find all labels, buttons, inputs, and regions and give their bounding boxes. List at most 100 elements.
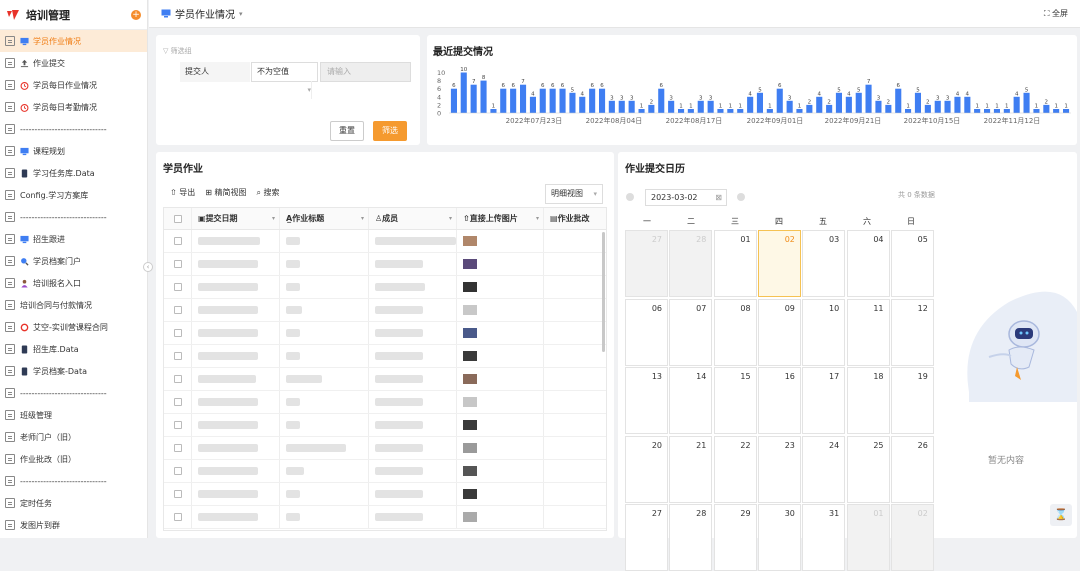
chart-bar[interactable] (599, 88, 606, 113)
calendar-day[interactable]: 14 (669, 367, 713, 434)
add-icon[interactable]: + (131, 9, 141, 20)
next-icon[interactable] (737, 193, 745, 201)
chart-bar[interactable] (559, 88, 566, 113)
page-title[interactable]: 学员作业情况 (175, 6, 235, 21)
calendar-date-input[interactable]: 2023-03-02 ⊠ (645, 189, 727, 206)
chart-bar[interactable] (806, 104, 813, 113)
sidebar-item[interactable]: 定时任务 (0, 492, 147, 514)
chart-bar[interactable] (648, 104, 655, 113)
table-scrollbar[interactable] (602, 232, 605, 352)
sidebar-item[interactable]: 招生跟进 (0, 228, 147, 250)
row-checkbox[interactable] (164, 460, 192, 482)
cell-image[interactable] (457, 368, 544, 390)
chart-bar[interactable] (1033, 109, 1040, 113)
calendar-day[interactable]: 10 (802, 298, 846, 366)
chart-bar[interactable] (539, 88, 546, 113)
calendar-day[interactable]: 04 (846, 230, 890, 297)
sidebar-item[interactable]: 发图片到群 (0, 514, 147, 536)
collapse-sidebar-icon[interactable]: ‹ (143, 262, 153, 272)
calendar-day[interactable]: 01 (713, 230, 757, 297)
table-row[interactable] (164, 437, 606, 460)
hourglass-icon[interactable]: ⌛ (1050, 504, 1072, 526)
chart-bar[interactable] (658, 88, 665, 113)
row-checkbox[interactable] (164, 322, 192, 344)
row-checkbox[interactable] (164, 391, 192, 413)
chart-bar[interactable] (747, 96, 754, 113)
cell-image[interactable] (457, 437, 544, 459)
chart-bar[interactable] (776, 88, 783, 113)
calendar-day[interactable]: 26 (890, 435, 934, 503)
sidebar-item[interactable]: 学员档案-Data (0, 360, 147, 382)
cell-image[interactable] (457, 391, 544, 413)
cell-image[interactable] (457, 230, 544, 252)
chart-bar[interactable] (845, 96, 852, 113)
calendar-day[interactable]: 21 (669, 435, 713, 503)
row-checkbox[interactable] (164, 230, 192, 252)
chart-bar[interactable] (766, 109, 773, 113)
chart-bar[interactable] (480, 80, 487, 113)
chart-bar[interactable] (589, 88, 596, 113)
filter-field[interactable]: 提交人 (180, 62, 250, 82)
calendar-day[interactable]: 05 (890, 230, 934, 297)
chart-bar[interactable] (993, 109, 1000, 113)
calendar-day[interactable]: 27 (625, 230, 668, 297)
cell-image[interactable] (457, 506, 544, 528)
chart-bar[interactable] (678, 109, 685, 113)
calendar-day[interactable]: 20 (625, 435, 668, 503)
sidebar-item[interactable]: 艾空-实训营课程合同 (0, 316, 147, 338)
row-checkbox[interactable] (164, 506, 192, 528)
chart-bar[interactable] (796, 109, 803, 113)
col-submit-date[interactable]: ▣ 提交日期 ▾ (192, 208, 280, 229)
chart-bar[interactable] (717, 109, 724, 113)
cell-image[interactable] (457, 299, 544, 321)
calendar-day[interactable]: 28 (669, 230, 713, 297)
calendar-day[interactable]: 17 (802, 367, 846, 434)
chart-bar[interactable] (826, 104, 833, 113)
filter-operator-select[interactable]: 不为空值 ▾ (251, 62, 318, 99)
chevron-down-icon[interactable]: ▾ (239, 10, 243, 18)
table-row[interactable] (164, 414, 606, 437)
calendar-day[interactable]: 06 (625, 298, 668, 366)
chart-bar[interactable] (1053, 109, 1060, 113)
chart-bar[interactable] (1063, 109, 1070, 113)
chart-bar[interactable] (569, 92, 576, 114)
table-row[interactable] (164, 368, 606, 391)
table-row[interactable] (164, 460, 606, 483)
chart-bar[interactable] (460, 72, 467, 114)
row-checkbox[interactable] (164, 368, 192, 390)
chart-bar[interactable] (835, 92, 842, 114)
select-all-checkbox[interactable] (164, 208, 192, 229)
chart-bar[interactable] (914, 92, 921, 114)
sidebar-item[interactable]: ------------------------------ (0, 206, 147, 228)
chart-bar[interactable] (608, 100, 615, 113)
calendar-day[interactable]: 23 (757, 435, 801, 503)
chart-bar[interactable] (885, 104, 892, 113)
chart-bar[interactable] (500, 88, 507, 113)
sidebar-item[interactable]: 作业提交 (0, 52, 147, 74)
chart-bar[interactable] (816, 96, 823, 113)
calendar-day[interactable]: 13 (625, 367, 668, 434)
chart-bar[interactable] (450, 88, 457, 113)
chart-bar[interactable] (687, 109, 694, 113)
calendar-day[interactable]: 11 (846, 298, 890, 366)
reset-button[interactable]: 重置 (330, 121, 364, 141)
view-select[interactable]: 明细视图 ▾ (545, 184, 603, 204)
calendar-day[interactable]: 18 (846, 367, 890, 434)
col-image[interactable]: ⇧ 直接上传图片 ▾ (457, 208, 544, 229)
chart-bar[interactable] (520, 84, 527, 113)
calendar-day[interactable]: 02 (757, 230, 801, 297)
row-checkbox[interactable] (164, 437, 192, 459)
filter-value-input[interactable]: 请输入 (320, 62, 411, 82)
table-row[interactable] (164, 276, 606, 299)
chart-bar[interactable] (549, 88, 556, 113)
table-row[interactable] (164, 345, 606, 368)
calendar-day[interactable]: 25 (846, 435, 890, 503)
sidebar-item[interactable]: ------------------------------ (0, 470, 147, 492)
chart-bar[interactable] (855, 92, 862, 114)
chart-bar[interactable] (895, 88, 902, 113)
chart-bar[interactable] (727, 109, 734, 113)
calendar-day[interactable]: 16 (757, 367, 801, 434)
chart-bar[interactable] (707, 100, 714, 113)
chart-bar[interactable] (529, 96, 536, 113)
row-checkbox[interactable] (164, 299, 192, 321)
